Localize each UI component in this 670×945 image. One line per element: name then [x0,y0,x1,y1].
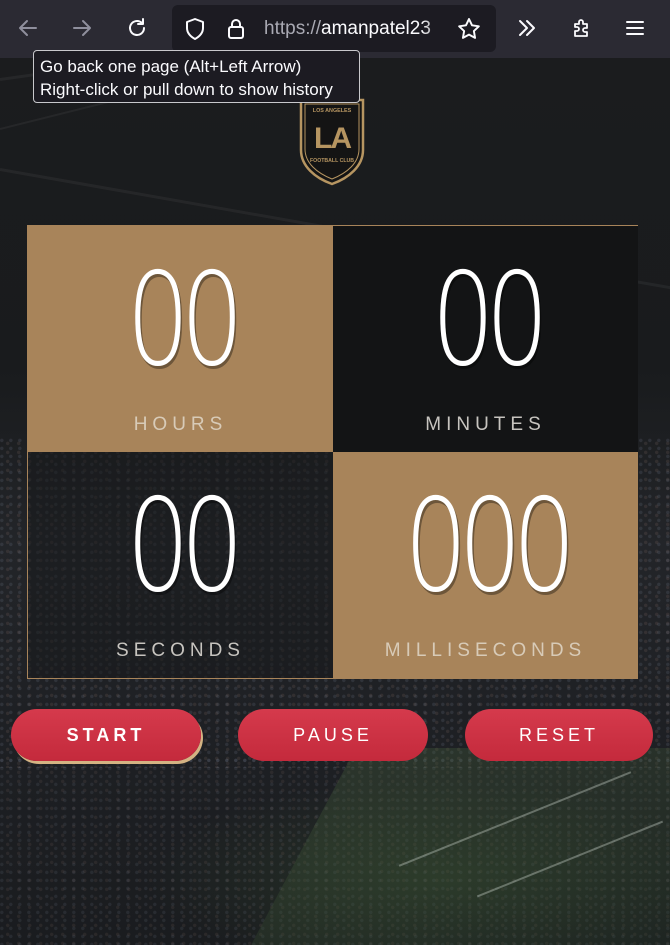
seconds-cell: 00 SECONDS [28,452,333,678]
hours-value: 00 [126,246,244,395]
url-bar[interactable]: https://amanpatel23 [172,5,496,52]
reload-icon [129,18,145,36]
hours-label: HOURS [133,414,228,435]
menu-icon [626,21,644,35]
extensions-icon [574,19,588,37]
back-button[interactable] [10,10,46,46]
url-scheme: https:// [264,18,322,39]
menu-button[interactable] [617,10,653,46]
extensions-button[interactable] [564,10,600,46]
shield-icon[interactable] [184,17,206,41]
pause-button[interactable]: PAUSE [238,709,428,761]
lock-icon[interactable] [226,17,246,41]
forward-arrow-icon [73,20,91,36]
seconds-value: 00 [126,472,244,621]
overflow-button[interactable] [509,10,545,46]
stopwatch-display: 00 HOURS 00 MINUTES 00 SECONDS 000 MILLI… [27,225,638,679]
reload-button[interactable] [119,10,155,46]
reset-button[interactable]: RESET [465,709,653,761]
tooltip-line-2: Right-click or pull down to show history [40,80,333,99]
back-arrow-icon [19,20,37,36]
minutes-value: 00 [431,246,549,395]
crest-monogram: LA [314,122,351,155]
start-button[interactable]: START [11,709,201,761]
minutes-label: MINUTES [425,414,546,435]
overflow-chevrons-icon [519,20,535,36]
stopwatch-page: LOS ANGELES LA FOOTBALL CLUB 00 HOURS 00… [0,58,670,945]
url-host: amanpatel23 [321,18,431,39]
url-text[interactable]: https://amanpatel23 [264,17,450,41]
milliseconds-cell: 000 MILLISECONDS [333,452,638,678]
forward-button[interactable] [64,10,100,46]
crest-bottom-text: FOOTBALL CLUB [310,158,354,164]
club-crest-logo: LOS ANGELES LA FOOTBALL CLUB [299,98,365,186]
back-button-tooltip: Go back one page (Alt+Left Arrow) Right-… [33,50,360,103]
seconds-label: SECONDS [116,640,245,661]
milliseconds-value: 000 [404,472,576,621]
tooltip-line-1: Go back one page (Alt+Left Arrow) [40,57,302,76]
hours-cell: 00 HOURS [28,226,333,452]
minutes-cell: 00 MINUTES [333,226,638,452]
bookmark-star-icon[interactable] [456,16,482,42]
milliseconds-label: MILLISECONDS [384,640,587,661]
crest-top-text: LOS ANGELES [313,108,352,114]
